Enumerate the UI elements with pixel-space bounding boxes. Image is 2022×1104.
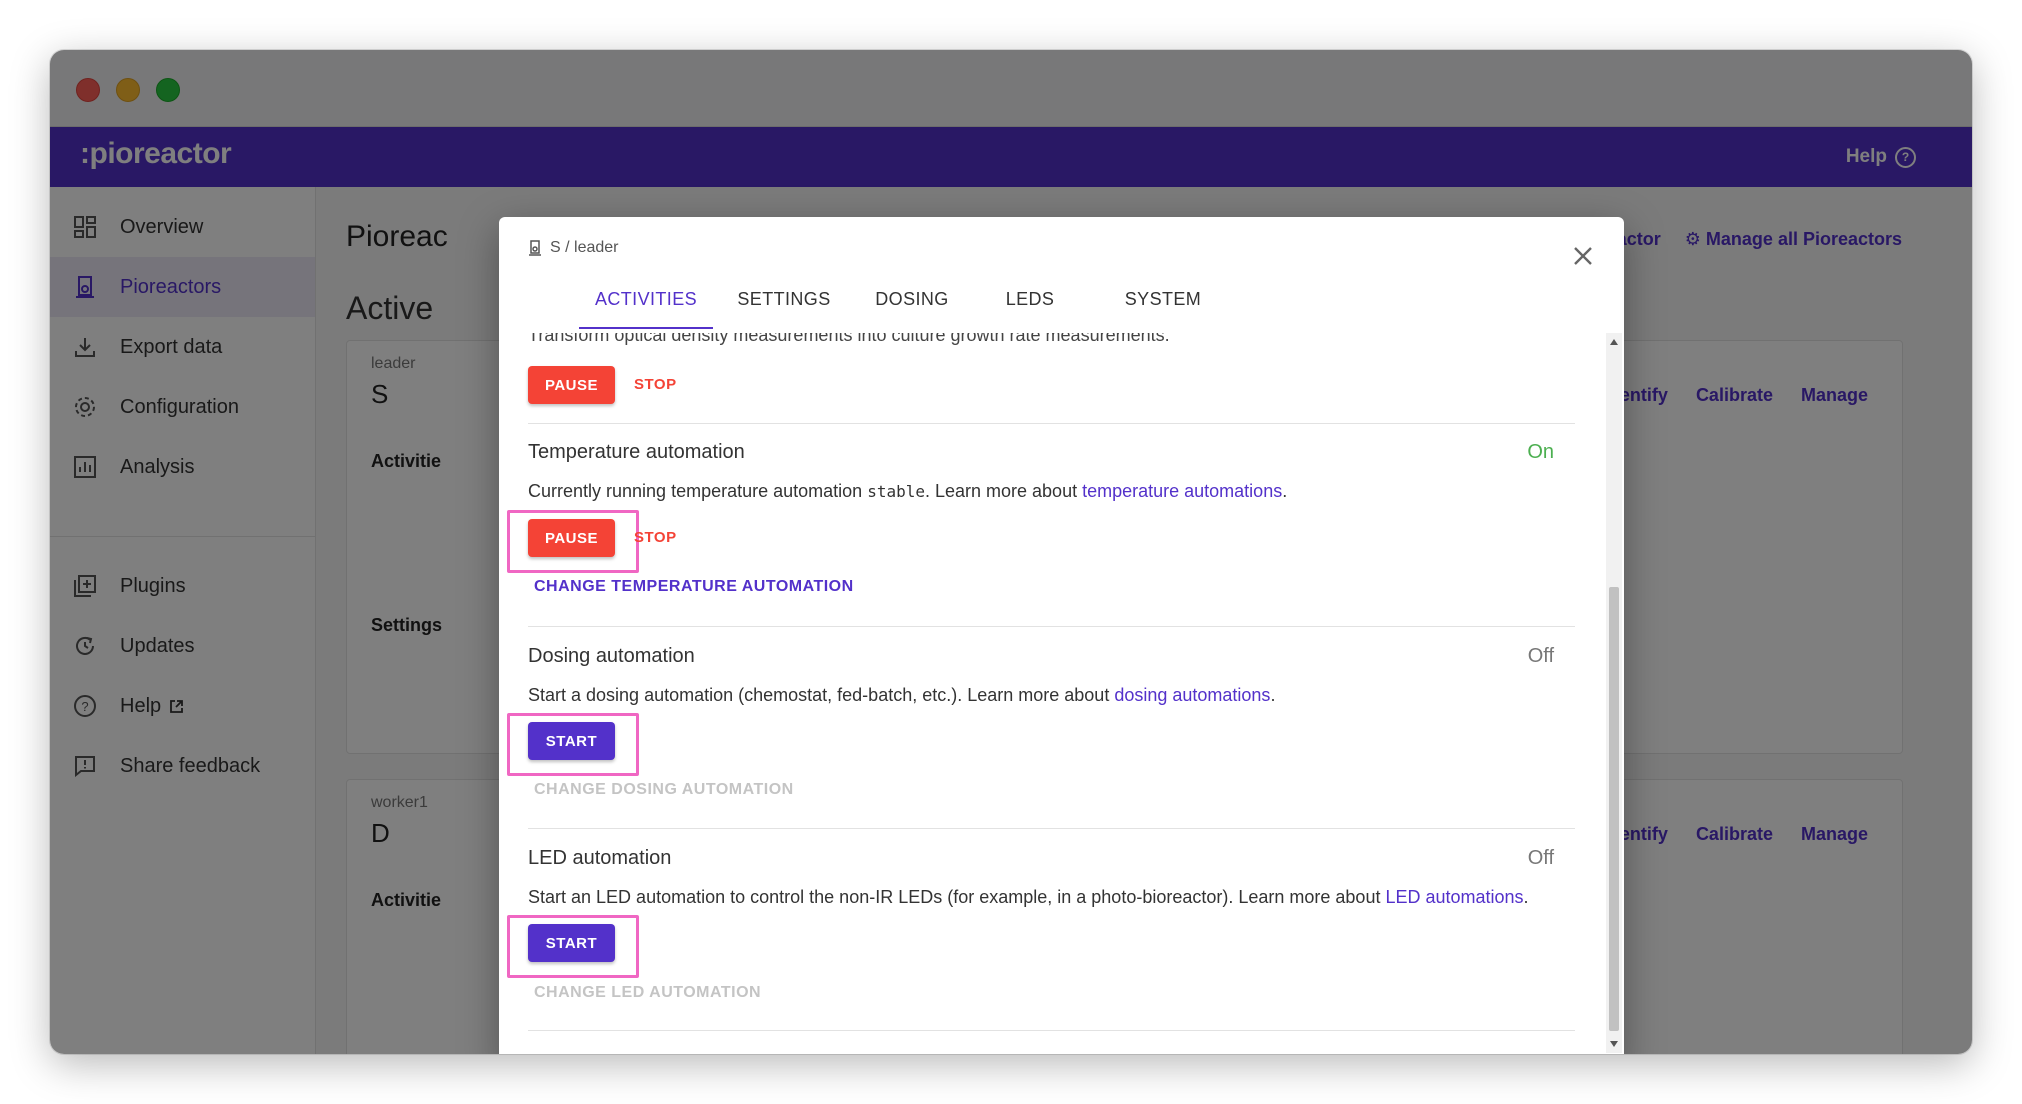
temperature-automations-link[interactable]: temperature automations	[1082, 481, 1282, 501]
desc-text: .	[1270, 685, 1276, 705]
automation-name: stable	[867, 482, 925, 501]
pause-button[interactable]: PAUSE	[528, 519, 615, 557]
change-led-automation-button[interactable]: CHANGE LED AUTOMATION	[534, 984, 761, 1002]
tab-system[interactable]: SYSTEM	[1109, 279, 1217, 327]
activity-description: Transform optical density measurements i…	[528, 333, 1170, 345]
desc-text: Start an LED automation to control the n…	[528, 887, 1386, 907]
dosing-automations-link[interactable]: dosing automations	[1114, 685, 1270, 705]
desc-text: .	[1523, 887, 1529, 907]
dosing-automation-title: Dosing automation	[528, 645, 695, 667]
divider	[528, 1030, 1575, 1031]
desc-text: . Learn more about	[924, 481, 1083, 501]
change-dosing-automation-button[interactable]: CHANGE DOSING AUTOMATION	[534, 781, 794, 799]
scrollbar-thumb[interactable]	[1609, 587, 1619, 1031]
desc-text: .	[1282, 481, 1288, 501]
temperature-automation-description: Currently running temperature automation…	[528, 481, 1287, 502]
start-led-button[interactable]: START	[528, 924, 615, 962]
tab-settings[interactable]: SETTINGS	[721, 279, 847, 327]
dialog-scrollbar[interactable]	[1606, 333, 1622, 1053]
status-badge: On	[1527, 441, 1554, 463]
divider	[528, 828, 1575, 829]
scroll-down-arrow-icon[interactable]	[1610, 1041, 1618, 1047]
scroll-up-arrow-icon[interactable]	[1610, 339, 1618, 345]
led-automations-link[interactable]: LED automations	[1385, 887, 1523, 907]
close-icon[interactable]	[1570, 243, 1596, 269]
tab-activities[interactable]: ACTIVITIES	[579, 279, 713, 329]
led-automation-description: Start an LED automation to control the n…	[528, 887, 1529, 908]
desc-text: Start a dosing automation (chemostat, fe…	[528, 685, 1115, 705]
status-badge: Off	[1527, 847, 1554, 869]
dialog-tabs: ACTIVITIES SETTINGS DOSING LEDS SYSTEM	[579, 279, 1217, 329]
divider	[528, 626, 1575, 627]
led-automation-title: LED automation	[528, 847, 672, 869]
temperature-automation-title: Temperature automation	[528, 441, 745, 463]
unit-dialog: S / leader ACTIVITIES SETTINGS DOSING LE…	[499, 217, 1624, 1054]
desc-text: Currently running temperature automation	[528, 481, 868, 501]
tab-leds[interactable]: LEDS	[987, 279, 1073, 327]
activities-panel: Transform optical density measurements i…	[499, 333, 1604, 1054]
start-dosing-button[interactable]: START	[528, 722, 615, 760]
app-window: :pioreactor Help ? Overview Pioreactors …	[50, 50, 1972, 1054]
divider	[528, 423, 1575, 424]
stop-button[interactable]: STOP	[634, 529, 677, 546]
stop-button[interactable]: STOP	[634, 376, 677, 393]
tab-dosing[interactable]: DOSING	[859, 279, 965, 327]
breadcrumb: S / leader	[528, 239, 618, 257]
change-temperature-automation-button[interactable]: CHANGE TEMPERATURE AUTOMATION	[534, 578, 854, 596]
pioreactor-icon	[528, 240, 542, 256]
breadcrumb-label: S / leader	[550, 239, 619, 256]
dosing-automation-description: Start a dosing automation (chemostat, fe…	[528, 685, 1275, 706]
status-badge: Off	[1527, 645, 1554, 667]
pause-button[interactable]: PAUSE	[528, 366, 615, 404]
